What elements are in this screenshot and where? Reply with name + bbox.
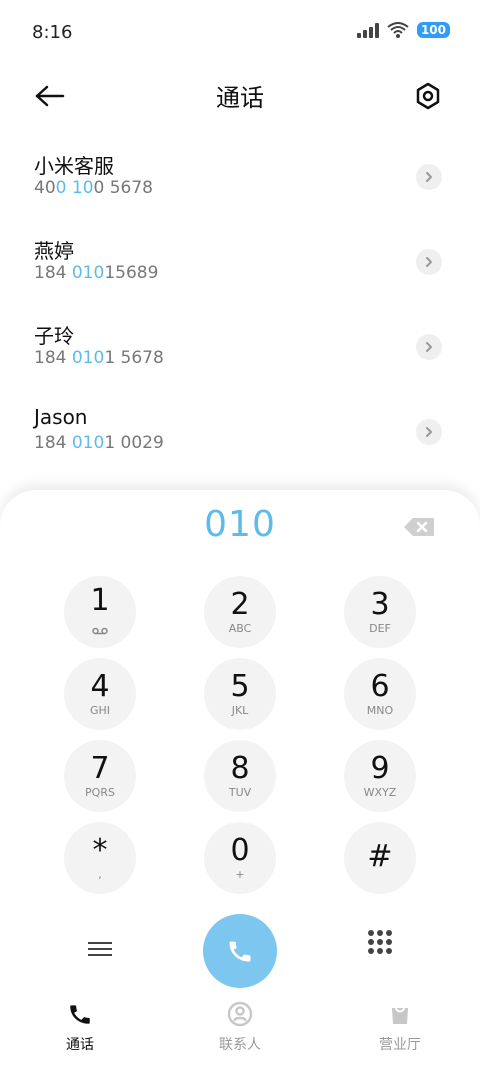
contact-name: 小米客服 bbox=[34, 154, 114, 178]
key-digit: 0 bbox=[230, 832, 250, 868]
status-time: 8:16 bbox=[32, 22, 73, 43]
key-letters: MNO bbox=[366, 703, 394, 717]
call-button[interactable] bbox=[203, 914, 277, 988]
dial-key[interactable]: # bbox=[344, 822, 416, 894]
menu-button[interactable] bbox=[88, 938, 112, 962]
status-bar: 8:16 100 bbox=[0, 0, 480, 68]
key-digit: # bbox=[367, 839, 393, 874]
key-letters: ABC bbox=[228, 621, 252, 635]
key-digit: 9 bbox=[370, 750, 390, 786]
bottom-navigation: 通话 联系人 营业厅 bbox=[0, 987, 480, 1067]
key-digit: 1 bbox=[90, 582, 110, 618]
dial-key[interactable]: 5 JKL bbox=[204, 658, 276, 730]
chevron-right-icon[interactable] bbox=[416, 419, 442, 445]
dial-key[interactable]: 3 DEF bbox=[344, 576, 416, 648]
number-highlight: 10 bbox=[71, 178, 94, 198]
number-prefix: 184 bbox=[34, 348, 72, 368]
dial-key[interactable]: 6 MNO bbox=[344, 658, 416, 730]
key-letters: PQRS bbox=[85, 785, 115, 799]
chevron-right-icon[interactable] bbox=[416, 164, 442, 190]
key-digit: 5 bbox=[230, 668, 250, 704]
nav-item-0[interactable]: 通话 bbox=[20, 1000, 140, 1054]
dial-panel: 010 1 2 ABC 3 DEF 4 GHI 5 JKL 6 MNO 7 PQRS 8 TUV 9 WXYZ *… bbox=[0, 490, 480, 1067]
key-digit: * bbox=[92, 832, 108, 868]
contact-number: 400 100 5678 bbox=[34, 178, 153, 198]
nav-label: 联系人 bbox=[219, 1037, 261, 1053]
nav-item-1[interactable]: 联系人 bbox=[180, 1000, 300, 1054]
gear-icon bbox=[416, 82, 440, 110]
dial-actions bbox=[0, 900, 480, 1000]
contact-number: 184 0101 0029 bbox=[34, 433, 164, 453]
dial-key[interactable]: 9 WXYZ bbox=[344, 740, 416, 812]
key-letters: GHI bbox=[89, 703, 111, 717]
person-icon bbox=[226, 1000, 254, 1028]
chevron-right-icon[interactable] bbox=[416, 334, 442, 360]
contact-name: Jason bbox=[34, 405, 88, 429]
dial-key[interactable]: 0 + bbox=[204, 822, 276, 894]
contact-item[interactable]: 燕婷 184 01015689 bbox=[0, 227, 480, 312]
number-highlight: 0 bbox=[55, 178, 67, 198]
app-header: 通话 bbox=[0, 68, 480, 124]
dial-key[interactable]: 1 bbox=[64, 576, 136, 648]
number-prefix: 184 bbox=[34, 433, 72, 453]
number-highlight: 010 bbox=[71, 348, 105, 368]
signal-icon bbox=[356, 22, 379, 38]
wifi-icon bbox=[387, 22, 409, 38]
key-letters: WXYZ bbox=[363, 785, 397, 799]
dial-key[interactable]: *, bbox=[64, 822, 136, 894]
key-letters: + bbox=[235, 867, 245, 881]
number-suffix: 1 5678 bbox=[104, 348, 164, 368]
contact-number: 184 01015689 bbox=[34, 263, 158, 283]
number-suffix: 15689 bbox=[104, 263, 159, 283]
nav-item-2[interactable]: 营业厅 bbox=[340, 1000, 460, 1054]
number-highlight: 010 bbox=[71, 433, 105, 453]
number-highlight: 010 bbox=[71, 263, 105, 283]
key-digit: 4 bbox=[90, 668, 110, 704]
voicemail-icon bbox=[92, 620, 108, 639]
key-digit: 2 bbox=[230, 586, 250, 622]
dial-key[interactable]: 8 TUV bbox=[204, 740, 276, 812]
key-digit: 7 bbox=[90, 750, 110, 786]
backspace-button[interactable] bbox=[402, 516, 436, 538]
contact-number: 184 0101 5678 bbox=[34, 348, 164, 368]
dial-key[interactable]: 2 ABC bbox=[204, 576, 276, 648]
backspace-icon bbox=[404, 518, 434, 536]
key-letters: DEF bbox=[369, 621, 391, 635]
contact-item[interactable]: 小米客服 400 100 5678 bbox=[0, 142, 480, 227]
dial-key[interactable]: 4 GHI bbox=[64, 658, 136, 730]
key-letters: TUV bbox=[228, 785, 252, 799]
key-digit: 6 bbox=[370, 668, 390, 704]
dial-key[interactable]: 7 PQRS bbox=[64, 740, 136, 812]
phone-icon bbox=[66, 1000, 94, 1028]
nav-label: 通话 bbox=[66, 1037, 94, 1053]
number-prefix: 40 bbox=[34, 178, 56, 198]
contact-item[interactable]: Jason 184 0101 0029 bbox=[0, 397, 480, 482]
battery-indicator: 100 bbox=[416, 22, 450, 38]
number-suffix: 1 0029 bbox=[104, 433, 164, 453]
keypad-toggle-button[interactable] bbox=[368, 930, 392, 954]
number-prefix: 184 bbox=[34, 263, 72, 283]
contact-name: 燕婷 bbox=[34, 239, 74, 263]
status-icons: 100 bbox=[356, 22, 450, 38]
number-suffix: 0 5678 bbox=[93, 178, 153, 198]
contact-name: 子玲 bbox=[34, 324, 74, 348]
key-letters: JKL bbox=[231, 703, 249, 717]
chevron-right-icon[interactable] bbox=[416, 249, 442, 275]
phone-icon bbox=[229, 941, 251, 962]
shopping-bag-icon bbox=[386, 1000, 414, 1028]
contact-item[interactable]: 子玲 184 0101 5678 bbox=[0, 312, 480, 397]
keypad: 1 2 ABC 3 DEF 4 GHI 5 JKL 6 MNO 7 PQRS 8 TUV 9 WXYZ *, 0 + # bbox=[0, 576, 480, 896]
nav-label: 营业厅 bbox=[379, 1037, 421, 1053]
key-digit: 3 bbox=[370, 586, 390, 622]
settings-button[interactable] bbox=[406, 74, 450, 118]
contact-list: 小米客服 400 100 5678 燕婷 184 01015689 子玲 184 0101… bbox=[0, 142, 480, 482]
key-letters: , bbox=[98, 867, 102, 881]
key-digit: 8 bbox=[230, 750, 250, 786]
